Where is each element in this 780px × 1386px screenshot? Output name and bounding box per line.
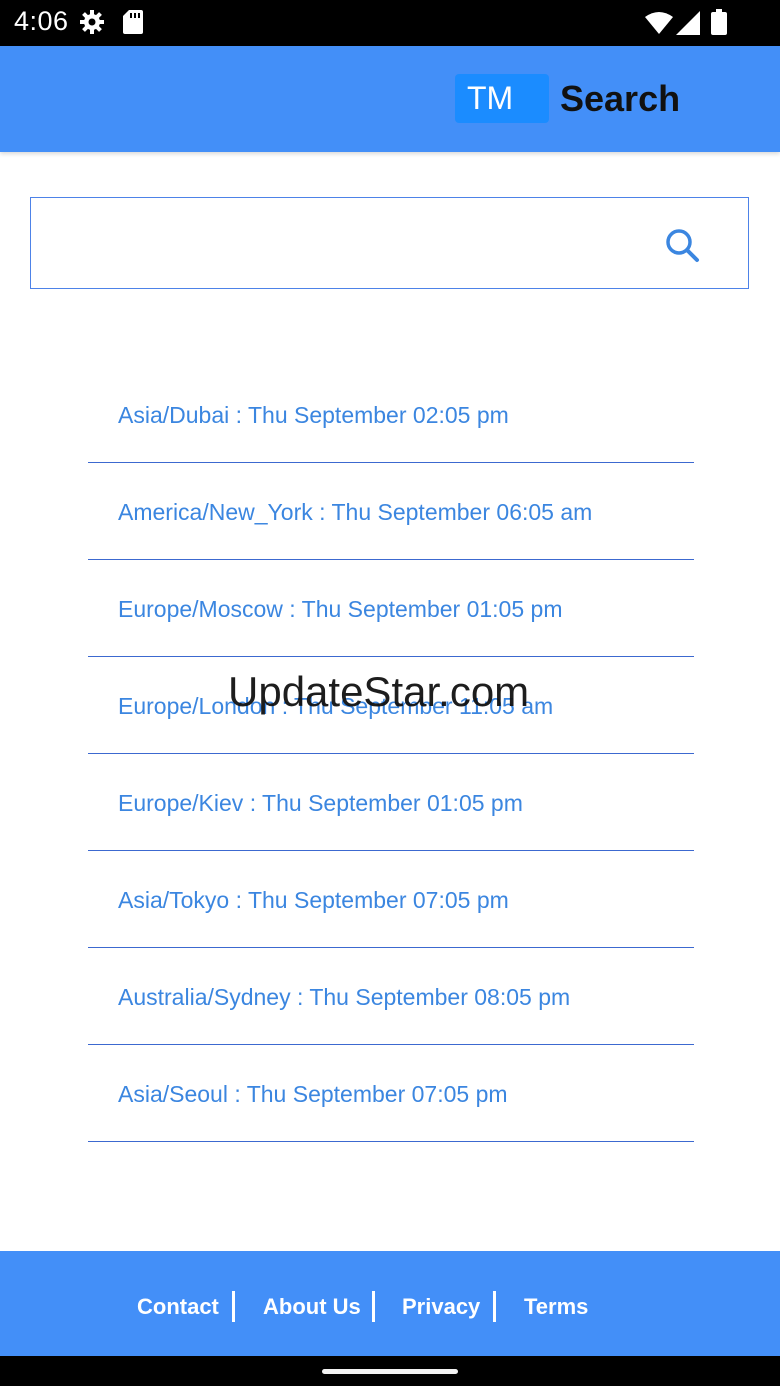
footer-divider	[232, 1291, 235, 1322]
timezone-label: Europe/Kiev : Thu September 01:05 pm	[118, 790, 523, 816]
search-input[interactable]	[41, 208, 645, 280]
home-handle[interactable]	[322, 1369, 458, 1374]
search-icon[interactable]	[664, 227, 700, 268]
app-header: TM Search	[0, 46, 780, 152]
timezone-label: Australia/Sydney : Thu September 08:05 p…	[118, 984, 571, 1010]
footer-link-about-us[interactable]: About Us	[263, 1289, 361, 1325]
sd-card-icon	[123, 10, 143, 39]
list-item[interactable]: Europe/Moscow : Thu September 01:05 pm	[88, 560, 694, 657]
timezone-label: Asia/Seoul : Thu September 07:05 pm	[118, 1081, 508, 1107]
battery-icon	[711, 9, 727, 40]
logo-badge[interactable]: TM	[455, 74, 549, 123]
list-item[interactable]: Australia/Sydney : Thu September 08:05 p…	[88, 948, 694, 1045]
wifi-icon	[645, 12, 673, 39]
list-item[interactable]: Asia/Tokyo : Thu September 07:05 pm	[88, 851, 694, 948]
signal-icon	[676, 11, 700, 40]
timezone-label: Asia/Tokyo : Thu September 07:05 pm	[118, 887, 509, 913]
system-nav-bar	[0, 1356, 780, 1386]
footer: Contact About Us Privacy Terms	[0, 1251, 780, 1356]
timezone-list: Asia/Dubai : Thu September 02:05 pm Amer…	[88, 366, 694, 1142]
footer-link-privacy[interactable]: Privacy	[402, 1289, 480, 1325]
status-time: 4:06	[14, 6, 69, 36]
search-box	[30, 197, 749, 289]
footer-divider	[372, 1291, 375, 1322]
list-item[interactable]: Asia/Dubai : Thu September 02:05 pm	[88, 366, 694, 463]
logo-title[interactable]: Search	[560, 76, 680, 122]
footer-link-contact[interactable]: Contact	[137, 1289, 219, 1325]
timezone-label: America/New_York : Thu September 06:05 a…	[118, 499, 593, 525]
status-bar: 4:06	[0, 0, 780, 46]
gear-icon	[80, 10, 104, 39]
list-item[interactable]: Europe/Kiev : Thu September 01:05 pm	[88, 754, 694, 851]
footer-divider	[493, 1291, 496, 1322]
watermark: UpdateStar.com	[228, 668, 530, 715]
list-item[interactable]: Asia/Seoul : Thu September 07:05 pm	[88, 1045, 694, 1142]
timezone-label: Europe/Moscow : Thu September 01:05 pm	[118, 596, 563, 622]
footer-links: Contact About Us Privacy Terms	[0, 1289, 780, 1325]
footer-link-terms[interactable]: Terms	[524, 1289, 588, 1325]
timezone-label: Asia/Dubai : Thu September 02:05 pm	[118, 402, 509, 428]
list-item[interactable]: America/New_York : Thu September 06:05 a…	[88, 463, 694, 560]
